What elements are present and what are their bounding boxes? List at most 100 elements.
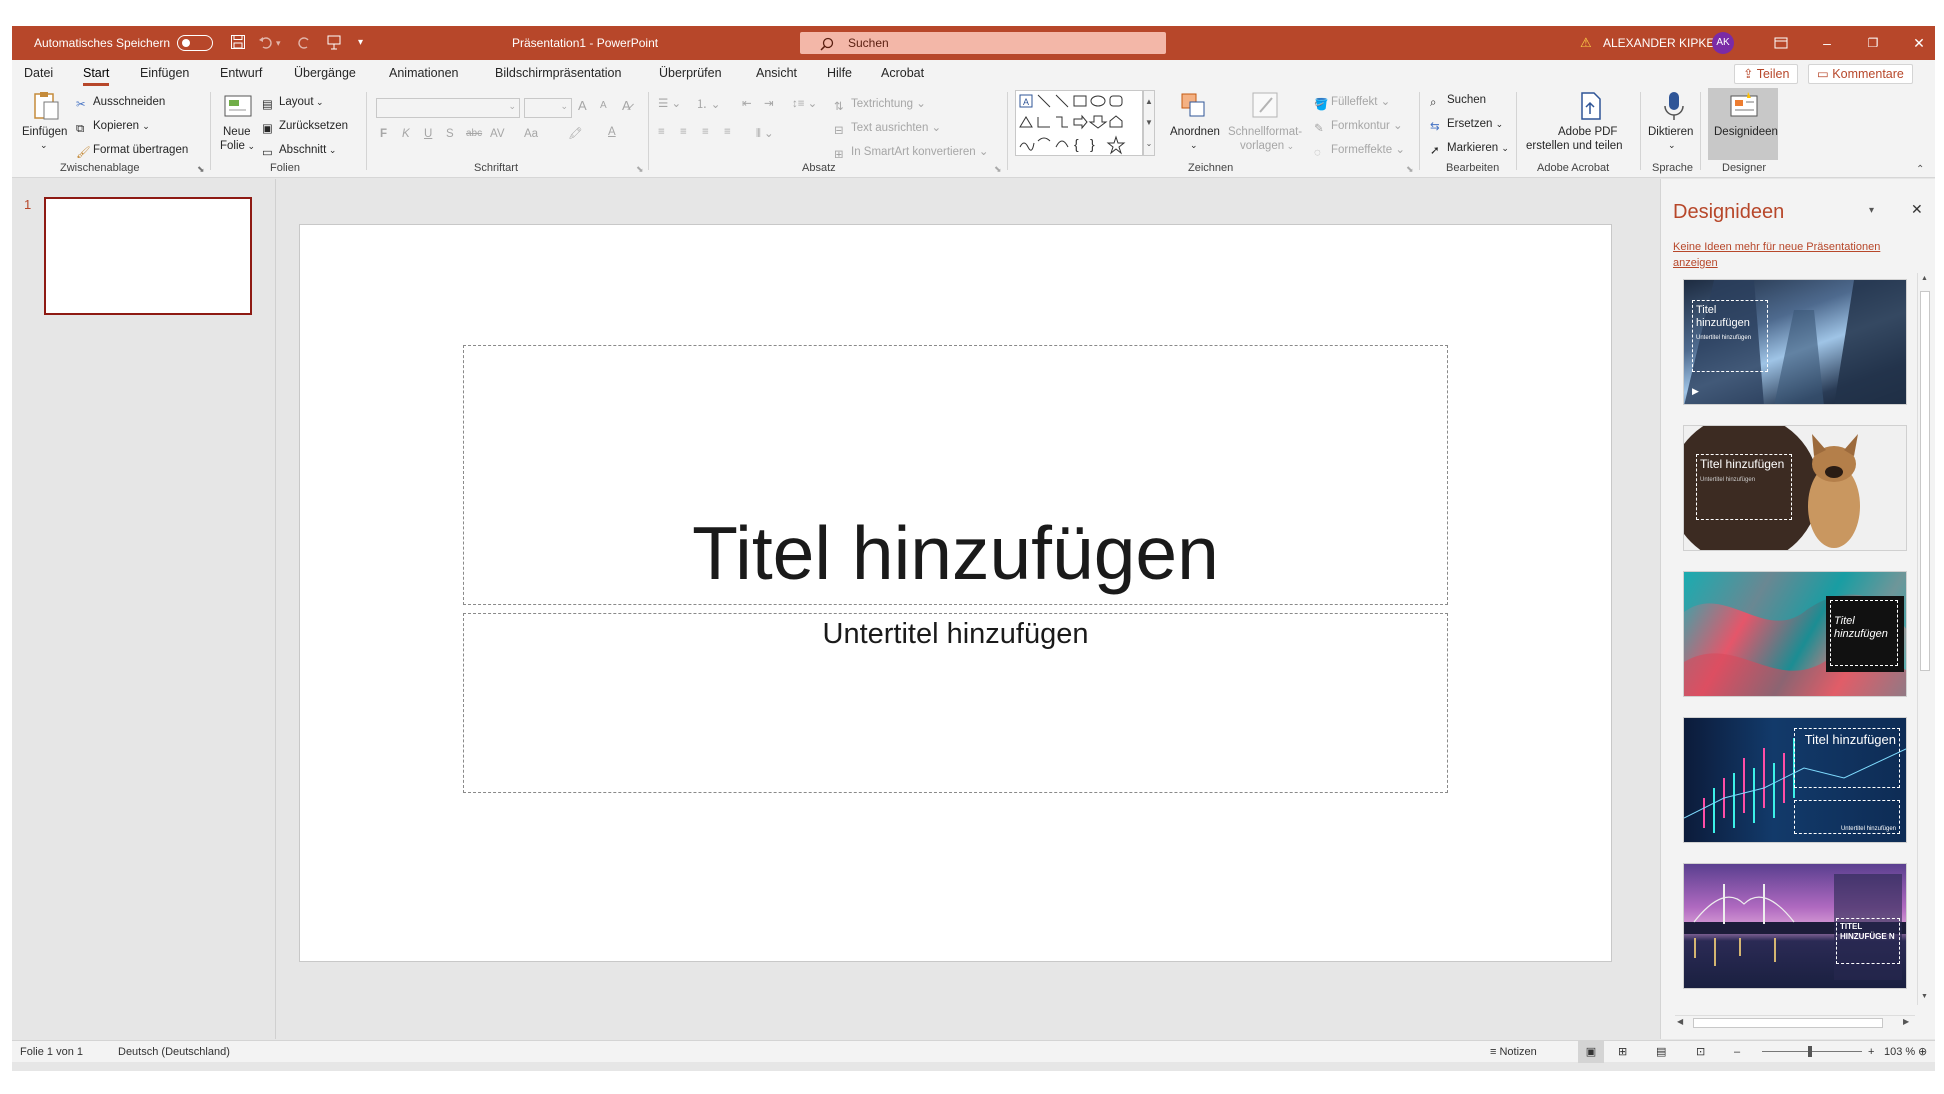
font-color-icon[interactable]: A xyxy=(608,126,616,138)
shadow-button[interactable]: S xyxy=(446,128,454,140)
design-ideas-icon[interactable] xyxy=(1728,90,1760,122)
ribbon-display-options-icon[interactable] xyxy=(1758,26,1804,60)
comments-button[interactable]: ▭ Kommentare xyxy=(1808,64,1913,84)
design-idea-thumbnail[interactable]: TITEL HINZUFÜGE N xyxy=(1683,863,1907,989)
shape-fill-button[interactable]: 🪣 Fülleffekt ⌄ xyxy=(1314,94,1390,111)
align-right-icon[interactable]: ≡ xyxy=(702,126,709,138)
tab-ueberpruefen[interactable]: Überprüfen xyxy=(659,60,722,86)
new-slide-dropdown-icon[interactable]: ⌄ xyxy=(245,141,255,151)
underline-button[interactable]: U xyxy=(424,128,432,140)
save-icon[interactable] xyxy=(230,26,246,60)
shapes-scroll[interactable]: ▲ ▼ ⌄ xyxy=(1143,90,1155,156)
fit-to-window-icon[interactable]: ⊕ xyxy=(1918,1041,1927,1063)
font-launcher-icon[interactable]: ⬊ xyxy=(636,164,644,175)
slide-canvas[interactable]: Titel hinzufügen Untertitel hinzufügen xyxy=(299,224,1612,962)
clear-formatting-icon[interactable]: A̷ xyxy=(622,98,631,113)
paragraph-launcher-icon[interactable]: ⬊ xyxy=(994,164,1002,175)
share-button[interactable]: ⇪ Teilen xyxy=(1734,64,1799,84)
tab-einfuegen[interactable]: Einfügen xyxy=(140,60,189,86)
tab-start[interactable]: Start xyxy=(83,60,110,86)
tab-entwurf[interactable]: Entwurf xyxy=(220,60,262,86)
shape-outline-button[interactable]: ✎ Formkontur ⌄ xyxy=(1314,118,1403,135)
restore-icon[interactable]: ❐ xyxy=(1850,26,1896,60)
smartart-button[interactable]: ⊞ In SmartArt konvertieren ⌄ xyxy=(834,144,988,161)
line-spacing-icon[interactable]: ↕≡ ⌄ xyxy=(792,96,817,110)
scroll-left-icon[interactable]: ◀ xyxy=(1677,1017,1683,1026)
present-from-start-icon[interactable] xyxy=(326,26,342,60)
replace-button[interactable]: ⇆ Ersetzen ⌄ xyxy=(1430,118,1503,133)
new-slide-label-2[interactable]: Folie ⌄ xyxy=(220,140,255,152)
search-box[interactable]: Suchen xyxy=(800,32,1166,54)
slideshow-icon[interactable]: ⊡ xyxy=(1696,1041,1705,1063)
zoom-out-icon[interactable]: – xyxy=(1734,1041,1740,1063)
bullets-icon[interactable]: ☰ ⌄ xyxy=(658,96,681,110)
align-text-button[interactable]: ⊟ Text ausrichten ⌄ xyxy=(834,120,941,137)
new-slide-icon[interactable] xyxy=(222,90,254,122)
format-painter-button[interactable]: 🖌 Format übertragen xyxy=(76,144,188,159)
grow-font-button[interactable]: A xyxy=(578,98,587,113)
shapes-gallery[interactable]: A {} xyxy=(1015,90,1143,156)
tab-datei[interactable]: Datei xyxy=(24,60,53,86)
select-button[interactable]: ➚ Markieren ⌄ xyxy=(1430,142,1509,157)
zoom-slider-knob[interactable] xyxy=(1808,1046,1812,1057)
arrange-button[interactable]: Anordnen xyxy=(1170,126,1220,138)
zoom-level[interactable]: 103 % xyxy=(1884,1041,1915,1063)
tab-bildschirmpraesentation[interactable]: Bildschirmpräsentation xyxy=(495,60,621,86)
adobe-pdf-label-1[interactable]: Adobe PDF xyxy=(1558,126,1617,138)
scrollbar-thumb[interactable] xyxy=(1920,291,1930,671)
design-idea-thumbnail[interactable]: Titel hinzufügen Untertitel hinzufügen xyxy=(1683,425,1907,551)
font-family-select[interactable]: ⌄ xyxy=(376,98,520,118)
design-idea-thumbnail[interactable]: Titel hinzufügen xyxy=(1683,571,1907,697)
close-icon[interactable]: ✕ xyxy=(1896,26,1935,60)
pane-options-icon[interactable]: ▾ xyxy=(1869,205,1874,216)
cut-button[interactable]: ✂ Ausschneiden xyxy=(76,96,165,111)
customize-qat-icon[interactable]: ▾ xyxy=(358,26,363,60)
design-idea-thumbnail[interactable]: Titel hinzufügen Untertitel hinzufügen xyxy=(1683,717,1907,843)
undo-dropdown-icon[interactable]: ▾ xyxy=(276,26,281,60)
justify-icon[interactable]: ≡ xyxy=(724,126,731,138)
redo-icon[interactable] xyxy=(296,26,312,60)
decrease-indent-icon[interactable]: ⇤ xyxy=(742,96,752,110)
slide-thumbnail[interactable] xyxy=(44,197,252,315)
adobe-pdf-label-2[interactable]: erstellen und teilen xyxy=(1526,140,1623,152)
highlight-icon[interactable]: 🖍 xyxy=(568,126,583,140)
microphone-icon[interactable] xyxy=(1658,90,1690,122)
quick-styles-icon[interactable] xyxy=(1250,90,1282,122)
zoom-in-icon[interactable]: + xyxy=(1868,1041,1874,1063)
arrange-dropdown-icon[interactable]: ⌄ xyxy=(1190,140,1198,151)
minimize-icon[interactable]: – xyxy=(1804,26,1850,60)
user-name[interactable]: ALEXANDER KIPKE xyxy=(1603,26,1714,60)
bold-button[interactable]: F xyxy=(380,128,387,140)
design-pane-vertical-scrollbar[interactable]: ▲ ▼ xyxy=(1917,273,1931,1005)
paste-button[interactable]: Einfügen xyxy=(22,126,67,138)
paste-icon[interactable] xyxy=(30,90,62,122)
scroll-right-icon[interactable]: ▶ xyxy=(1903,1017,1909,1026)
copy-dropdown-icon[interactable]: ⌄ xyxy=(142,121,150,131)
design-idea-thumbnail[interactable]: Titel hinzufügen Untertitel hinzufügen ▶ xyxy=(1683,279,1907,405)
quick-styles-label-1[interactable]: Schnellformat- xyxy=(1228,126,1302,138)
normal-view-icon[interactable]: ▣ xyxy=(1578,1041,1604,1063)
char-spacing-button[interactable]: AV xyxy=(490,128,505,140)
tab-uebergaenge[interactable]: Übergänge xyxy=(294,60,356,86)
shrink-font-button[interactable]: A xyxy=(600,100,607,111)
shape-effects-button[interactable]: ◌ Formeffekte ⌄ xyxy=(1314,142,1405,161)
columns-icon[interactable]: ⫴ ⌄ xyxy=(756,126,774,141)
clipboard-launcher-icon[interactable]: ⬊ xyxy=(197,164,205,175)
layout-button[interactable]: ▤ Layout ⌄ xyxy=(262,96,324,111)
tab-hilfe[interactable]: Hilfe xyxy=(827,60,852,86)
reading-view-icon[interactable]: ▤ xyxy=(1656,1041,1666,1063)
quick-styles-label-2[interactable]: vorlagen ⌄ xyxy=(1240,140,1294,152)
drawing-launcher-icon[interactable]: ⬊ xyxy=(1406,164,1414,175)
slide-title[interactable]: Titel hinzufügen xyxy=(464,510,1447,596)
adobe-pdf-icon[interactable] xyxy=(1574,90,1606,122)
align-center-icon[interactable]: ≡ xyxy=(680,126,687,138)
slide-subtitle[interactable]: Untertitel hinzufügen xyxy=(464,618,1447,651)
avatar[interactable]: AK xyxy=(1712,32,1734,54)
section-button[interactable]: ▭ Abschnitt ⌄ xyxy=(262,144,336,159)
dictate-dropdown-icon[interactable]: ⌄ xyxy=(1668,140,1676,151)
italic-button[interactable]: K xyxy=(402,128,410,140)
align-left-icon[interactable]: ≡ xyxy=(658,126,665,138)
autosave-toggle[interactable] xyxy=(177,35,213,51)
tab-animationen[interactable]: Animationen xyxy=(389,60,459,86)
undo-icon[interactable] xyxy=(258,26,274,60)
